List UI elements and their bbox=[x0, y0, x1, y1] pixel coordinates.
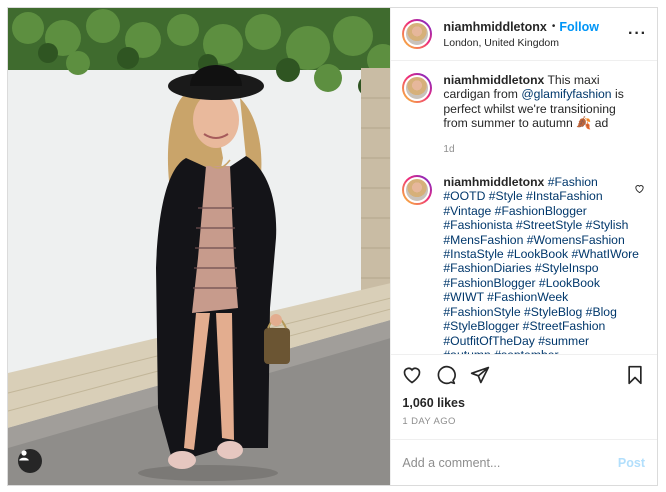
instagram-post: niamhmiddletonx • Follow London, United … bbox=[7, 7, 658, 486]
comment-input[interactable] bbox=[402, 455, 618, 470]
comment-icon[interactable] bbox=[436, 365, 457, 385]
bookmark-icon[interactable] bbox=[625, 365, 645, 385]
more-options-icon[interactable]: ··· bbox=[628, 25, 647, 43]
comment-username-link[interactable]: niamhmiddletonx bbox=[443, 175, 544, 189]
post-comment-button[interactable]: Post bbox=[618, 456, 645, 470]
comment-avatar[interactable] bbox=[402, 175, 433, 206]
caption-body: niamhmiddletonx This maxi cardigan from … bbox=[443, 73, 639, 157]
caption-avatar[interactable] bbox=[402, 73, 433, 103]
caption-comment: niamhmiddletonx This maxi cardigan from … bbox=[402, 73, 647, 157]
header-text: niamhmiddletonx • Follow London, United … bbox=[443, 20, 599, 49]
post-header: niamhmiddletonx • Follow London, United … bbox=[391, 8, 657, 61]
photo-illustration bbox=[8, 8, 391, 485]
caption-username-link[interactable]: niamhmiddletonx bbox=[443, 73, 544, 87]
post-sidebar: niamhmiddletonx • Follow London, United … bbox=[390, 8, 657, 485]
action-bar bbox=[391, 354, 657, 394]
avatar[interactable] bbox=[402, 19, 433, 49]
share-icon[interactable] bbox=[470, 365, 490, 385]
caption-mention-link[interactable]: @glamifyfashion bbox=[521, 87, 611, 101]
header-separator: • bbox=[551, 21, 556, 32]
caption-timestamp[interactable]: 1d bbox=[443, 143, 639, 157]
hashtag-links[interactable]: #Fashion #OOTD #Style #InstaFashion #Vin… bbox=[443, 175, 639, 354]
person-icon bbox=[19, 450, 29, 461]
post-photo[interactable] bbox=[8, 8, 391, 485]
comments-section[interactable]: niamhmiddletonx This maxi cardigan from … bbox=[391, 61, 657, 354]
likes-count[interactable]: 1,060 likes bbox=[391, 394, 657, 410]
heart-icon[interactable] bbox=[402, 365, 422, 385]
hashtag-comment-body: niamhmiddletonx #Fashion #OOTD #Style #I… bbox=[443, 175, 639, 354]
hashtag-comment: niamhmiddletonx #Fashion #OOTD #Style #I… bbox=[402, 175, 647, 354]
comment-like-heart-icon[interactable] bbox=[634, 183, 645, 194]
tagged-users-button[interactable] bbox=[18, 449, 42, 473]
add-comment-bar: Post bbox=[391, 439, 657, 485]
follow-button[interactable]: Follow bbox=[559, 20, 599, 34]
post-time-ago[interactable]: 1 DAY AGO bbox=[391, 410, 657, 427]
header-username-link[interactable]: niamhmiddletonx bbox=[443, 20, 546, 34]
header-row: niamhmiddletonx • Follow bbox=[443, 20, 599, 34]
location-link[interactable]: London, United Kingdom bbox=[443, 37, 599, 49]
